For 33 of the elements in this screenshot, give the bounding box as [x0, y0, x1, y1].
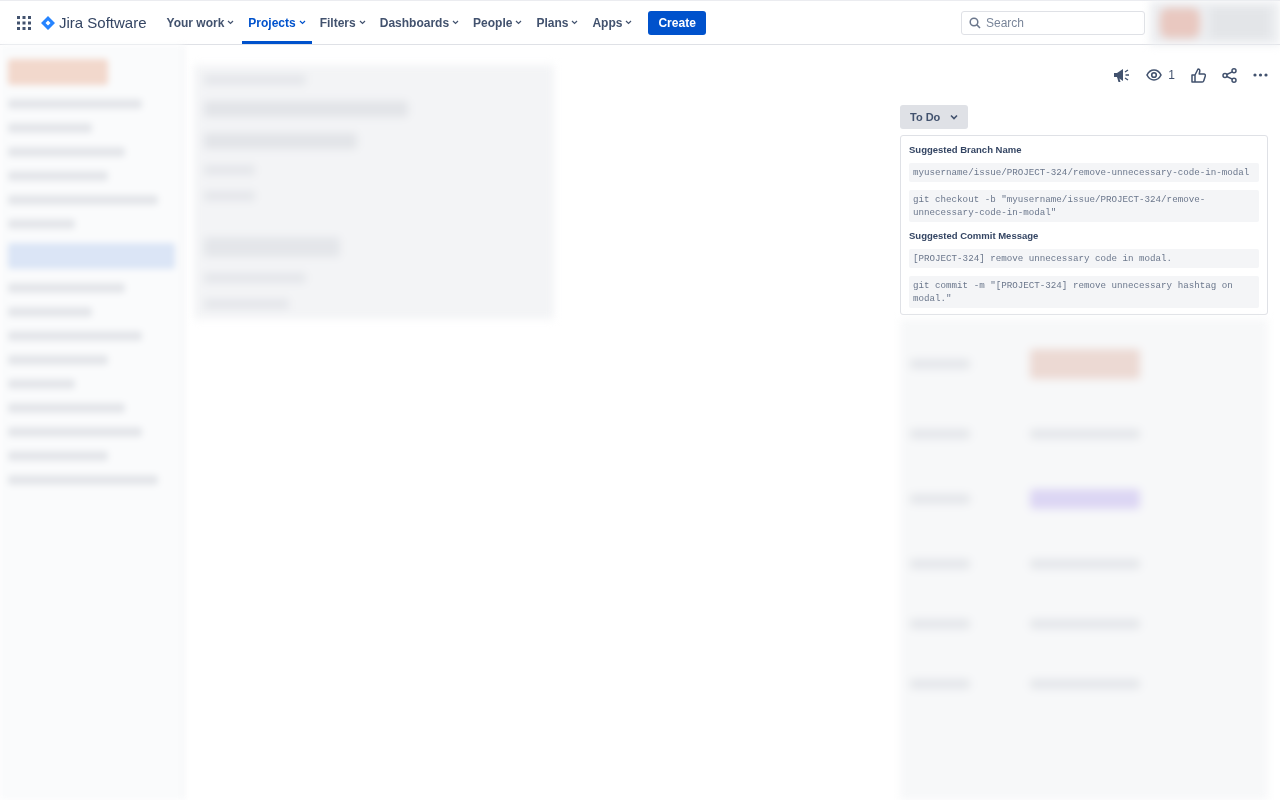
nav-tab[interactable]: Apps — [586, 1, 639, 44]
search-icon — [969, 16, 981, 29]
section-heading: Suggested Commit Message — [909, 230, 1040, 241]
code-snippet: myusername/issue/PROJECT-324/remove-unnecessary-code-in-modal — [909, 163, 1259, 182]
chevron-down-icon — [571, 20, 579, 25]
nav-tab[interactable]: Your work — [160, 1, 241, 44]
nav-tab[interactable]: Projects — [242, 1, 312, 44]
code-snippet: [PROJECT-324] remove unnecessary code in modal. — [909, 249, 1259, 268]
share-icon[interactable] — [1222, 67, 1237, 83]
status-dropdown[interactable]: To Do — [900, 105, 969, 129]
chevron-down-icon — [950, 114, 959, 120]
megaphone-icon[interactable] — [1112, 67, 1131, 83]
more-options-icon[interactable] — [1253, 73, 1268, 77]
chevron-down-icon — [625, 20, 633, 25]
product-logo[interactable]: Jira Software — [41, 14, 147, 31]
code-snippet: git checkout -b "myusername/issue/PROJECT-324/remove-unnecessary-code-in-modal" — [909, 190, 1259, 222]
nav-tab[interactable]: Dashboards — [373, 1, 466, 44]
chevron-down-icon — [515, 20, 523, 25]
nav-tab[interactable]: People — [467, 1, 529, 44]
eye-icon — [1146, 69, 1163, 81]
watchers-button[interactable]: 1 — [1146, 68, 1175, 82]
create-button[interactable]: Create — [648, 10, 706, 35]
app-grid-icon[interactable] — [17, 15, 31, 30]
section-heading: Suggested Branch Name — [909, 144, 1023, 155]
thumbs-up-icon[interactable] — [1191, 67, 1206, 83]
chevron-down-icon — [298, 20, 306, 25]
nav-tab[interactable]: Filters — [313, 1, 372, 44]
nav-tab[interactable]: Plans — [530, 1, 585, 44]
code-snippet: git commit -m "[PROJECT-324] remove unnecessary hashtag on modal." — [909, 276, 1259, 308]
search-field[interactable]: Search — [961, 10, 1145, 35]
chevron-down-icon — [358, 20, 366, 25]
chevron-down-icon — [452, 20, 460, 25]
chevron-down-icon — [227, 20, 235, 25]
